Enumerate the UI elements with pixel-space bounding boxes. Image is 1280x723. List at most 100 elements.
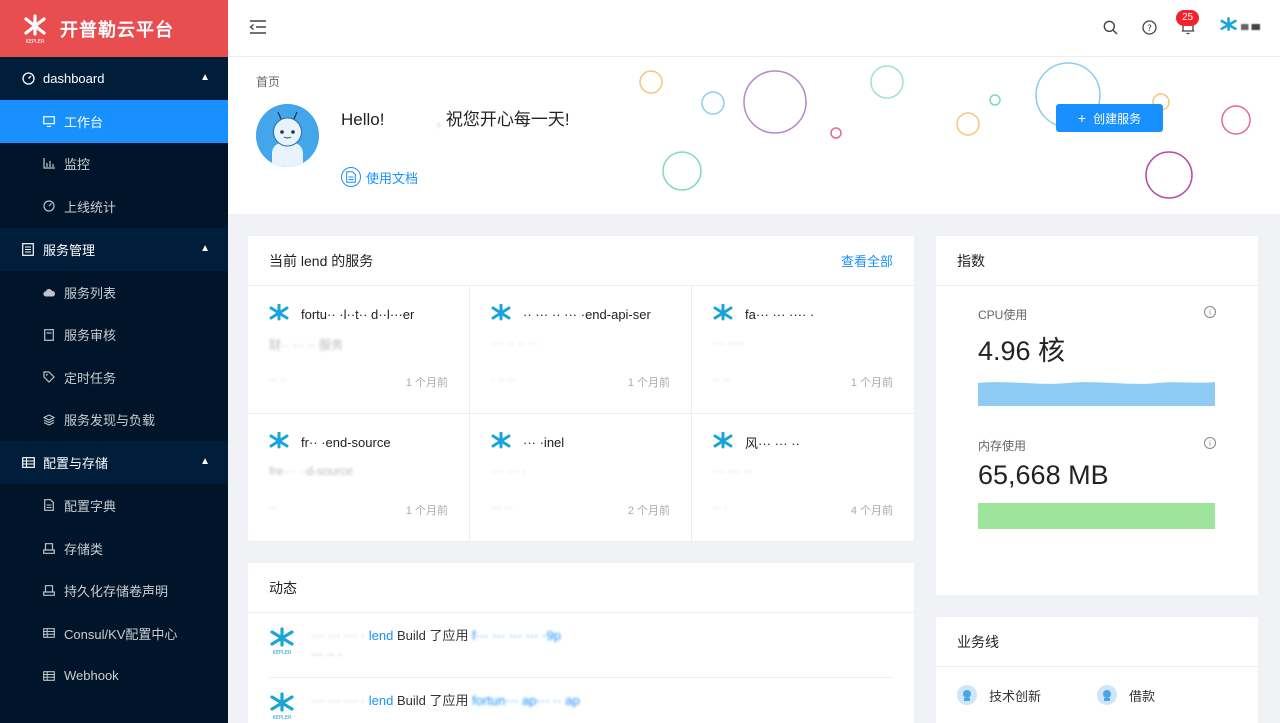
sidebar-item-config-dict[interactable]: 配置字典 [0, 484, 228, 527]
table-icon [43, 670, 55, 682]
service-tile[interactable]: fr·· ·end-source fre··· ··d-source ·· 1 个月前 [248, 414, 470, 542]
sidebar-item-label: Webhook [64, 668, 119, 684]
service-name: ·· ··· ·· ··· ·end-api-ser [523, 306, 651, 322]
activity-list: KEPLER ··· ··· ··· · lend Build 了应用 f··· … [248, 613, 914, 723]
menu-group-label: 服务管理 [43, 242, 96, 258]
sidebar-item-consul-kv[interactable]: Consul/KV配置中心 [0, 612, 228, 655]
business-line-title: 业务线 [957, 633, 999, 650]
sidebar-item-label: 存储类 [64, 541, 104, 557]
service-description: fre··· ··d-source [269, 464, 354, 478]
sidebar-item-label: 定时任务 [64, 370, 117, 386]
service-title: fr·· ·end-source [269, 432, 448, 452]
activity-item: KEPLER ··· ··· ··· · lend Build 了应用 f··· … [269, 613, 893, 678]
plus-icon: + [1077, 110, 1087, 126]
cpu-sparkline [978, 382, 1215, 406]
kepler-logo-icon: KEPLER [269, 627, 295, 656]
activity-project-link[interactable]: lend [369, 628, 394, 643]
service-tile[interactable]: ·· ··· ·· ··· ·end-api-ser ··· ·· ·· ·· · … [470, 286, 692, 414]
robot-icon [1097, 685, 1117, 705]
menu-group-config-storage[interactable]: 配置与存储 ▲ [0, 441, 228, 485]
menu-group-service-management[interactable]: 服务管理 ▲ [0, 227, 228, 271]
service-tile[interactable]: fa··· ··· ···· · ··· ···· ·· ·· 1 个月前 [692, 286, 914, 414]
metrics-card: 指数 CPU使用 i 4.96 核 内存使用 i 65,668 MB [936, 236, 1258, 595]
help-icon[interactable]: ? [1141, 19, 1157, 35]
sidebar-item-service-list[interactable]: 服务列表 [0, 271, 228, 314]
activity-actor: ··· ··· ··· · [311, 628, 366, 643]
activity-target-link[interactable]: fortun··· ap··· ·· ap [472, 693, 580, 708]
robot-icon [957, 685, 977, 705]
menu-fold-icon[interactable] [249, 19, 267, 37]
monitor-icon [43, 115, 55, 127]
decorative-bubbles [639, 62, 1251, 199]
sidebar-item-label: 监控 [64, 157, 91, 173]
business-line-item[interactable]: 技术创新 [957, 685, 1097, 705]
bar-chart-icon [43, 158, 55, 170]
chevron-up-icon: ▲ [200, 456, 210, 468]
activity-project-link[interactable]: lend [369, 693, 394, 708]
kepler-logo-icon: KEPLER [22, 13, 48, 44]
service-owner: ·· · [713, 502, 728, 514]
sidebar-item-monitor[interactable]: 监控 [0, 143, 228, 186]
sidebar-item-pvc[interactable]: 持久化存储卷声明 [0, 569, 228, 612]
menu-group-label: dashboard [43, 71, 105, 86]
user-avatar[interactable] [1220, 16, 1260, 38]
list-icon [21, 242, 35, 256]
brand-header[interactable]: KEPLER 开普勒云平台 [0, 0, 228, 57]
metrics-card-title: 指数 [957, 252, 985, 269]
notification-badge: 25 [1176, 10, 1200, 26]
cpu-value: 4.96 核 [978, 336, 1066, 366]
activity-target-link[interactable]: f··· ··· ··· ··· ·9p [472, 628, 561, 643]
service-name: fortu·· ·l··t·· d··l···er [301, 306, 415, 322]
sidebar-item-service-discovery[interactable]: 服务发现与负载 [0, 399, 228, 442]
sidebar-item-label: 服务列表 [64, 285, 117, 301]
info-icon[interactable]: i [1204, 306, 1216, 318]
hello-prefix: Hello! [341, 110, 385, 129]
breadcrumb[interactable]: 首页 [256, 73, 280, 90]
activity-verb: Build 了应用 [396, 693, 469, 708]
storage-icon [43, 542, 55, 554]
docs-link[interactable]: 使用文档 [341, 167, 418, 187]
activity-card-header: 动态 [248, 563, 914, 613]
business-line-label: 技术创新 [989, 688, 1042, 704]
business-line-header: 业务线 [936, 617, 1258, 667]
service-updated-time: 1 个月前 [405, 377, 448, 389]
activity-actor: ··· ··· ··· · [311, 693, 366, 708]
bell-icon[interactable]: 25 [1176, 10, 1200, 35]
menu-group-dashboard[interactable]: dashboard ▲ [0, 57, 228, 100]
service-description: 财·· ··· ·· 服务 [269, 338, 343, 352]
cloud-icon [43, 286, 55, 298]
chevron-up-icon: ▲ [200, 242, 210, 254]
kepler-logo-icon: KEPLER [269, 692, 295, 721]
service-tile[interactable]: ··· ·inel ··· ··· · ··· ·· 2 个月前 [470, 414, 692, 542]
sidebar-item-label: 工作台 [64, 114, 104, 130]
create-service-button[interactable]: + 创建服务 [1056, 104, 1163, 132]
page-header: 首页 Hello! , 祝您开心每一天! 使用文档 + 创建服务 [228, 57, 1280, 214]
services-card: 当前 lend 的服务 查看全部 fortu·· ·l··t·· d··l···… [248, 236, 914, 542]
kepler-logo-icon [713, 304, 733, 324]
memory-label: 内存使用 [978, 439, 1027, 453]
svg-text:?: ? [1147, 24, 1152, 34]
service-title: fortu·· ·l··t·· d··l···er [269, 304, 448, 324]
service-tile[interactable]: fortu·· ·l··t·· d··l···er 财·· ··· ·· 服务 ··… [248, 286, 470, 414]
service-tile[interactable]: 风··· ··· ·· ··· ··· ·· ·· · 4 个月前 [692, 414, 914, 542]
business-line-item[interactable]: 借款 [1097, 685, 1237, 705]
activity-card: 动态 KEPLER ··· ··· ··· · lend Build 了应用 f·… [248, 563, 914, 723]
view-all-link[interactable]: 查看全部 [841, 251, 893, 270]
sidebar: KEPLER 开普勒云平台 dashboard ▲ 工作台 监控 上线统计 服务… [0, 0, 228, 723]
sidebar-item-label: 配置字典 [64, 498, 117, 514]
sidebar-item-service-audit[interactable]: 服务审核 [0, 313, 228, 356]
activity-verb: Build 了应用 [396, 628, 469, 643]
brand-title: 开普勒云平台 [60, 19, 174, 40]
service-owner: ·· ·· [713, 374, 731, 386]
sidebar-menu: dashboard ▲ 工作台 监控 上线统计 服务管理 ▲ 服务列表 服务审核 [0, 57, 228, 697]
sidebar-item-webhook[interactable]: Webhook [0, 655, 228, 698]
info-icon[interactable]: i [1204, 437, 1216, 449]
sidebar-item-cron-jobs[interactable]: 定时任务 [0, 356, 228, 399]
search-icon[interactable] [1102, 19, 1118, 35]
menu-group-label: 配置与存储 [43, 456, 109, 472]
sidebar-item-workbench[interactable]: 工作台 [0, 100, 228, 143]
sidebar-item-storage-class[interactable]: 存储类 [0, 527, 228, 570]
hello-suffix: 祝您开心每一天! [445, 110, 570, 129]
top-header: ? 25 [228, 0, 1280, 57]
sidebar-item-release-stats[interactable]: 上线统计 [0, 185, 228, 228]
